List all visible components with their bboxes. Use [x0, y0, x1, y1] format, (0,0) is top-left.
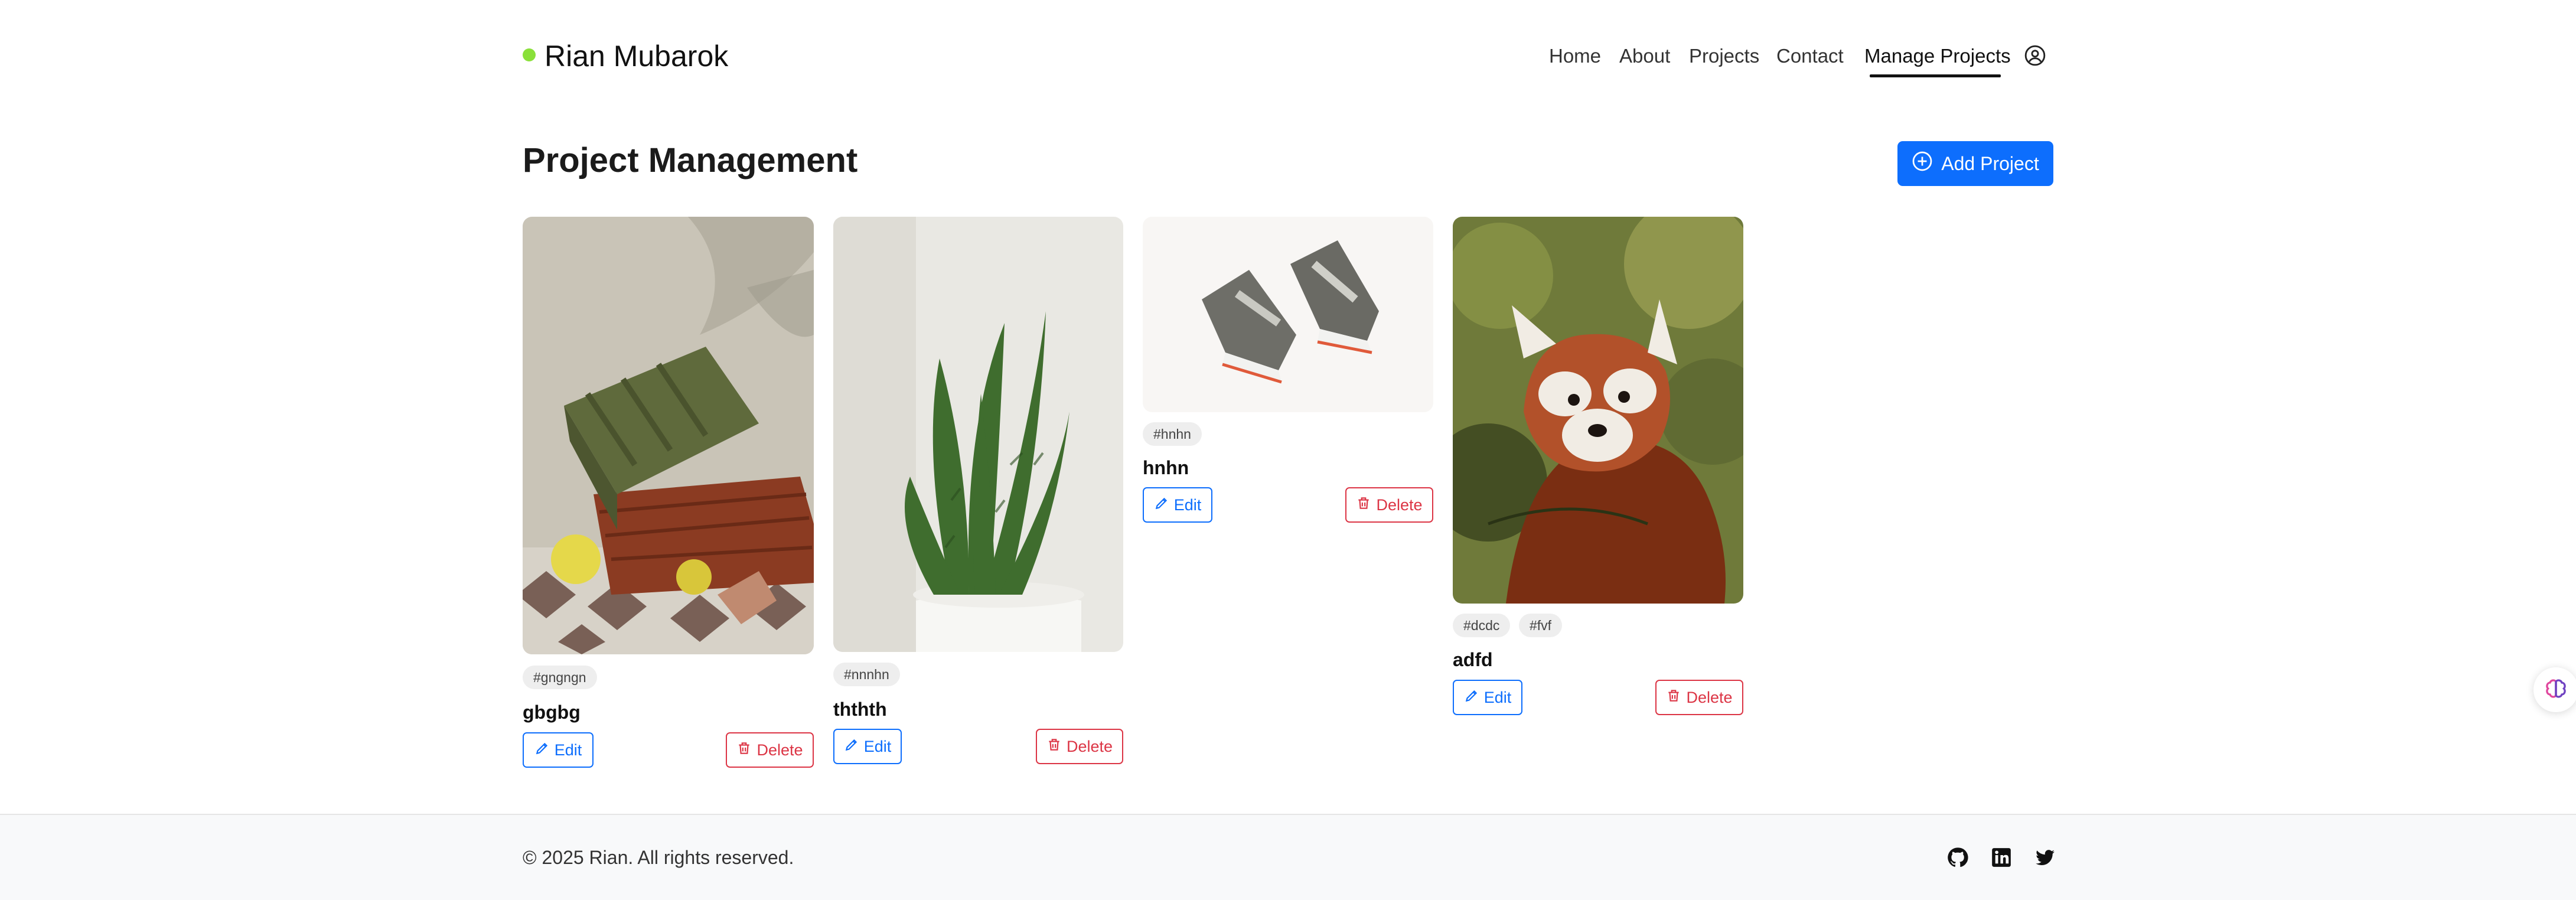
- delete-button[interactable]: Delete: [726, 732, 814, 768]
- project-title: gbgbg: [523, 702, 581, 723]
- edit-button[interactable]: Edit: [1143, 487, 1212, 523]
- nav-active-underline: [1870, 74, 2001, 77]
- add-project-button[interactable]: Add Project: [1897, 141, 2053, 186]
- user-circle-icon[interactable]: [2024, 44, 2046, 67]
- linkedin-icon[interactable]: [1990, 846, 2013, 869]
- nav-about[interactable]: About: [1619, 43, 1670, 70]
- project-image-snake-plant: [833, 217, 1123, 652]
- brain-icon: [2544, 677, 2568, 703]
- page-title: Project Management: [523, 141, 858, 180]
- nav-home[interactable]: Home: [1549, 43, 1601, 70]
- plus-circle-icon: [1912, 151, 1933, 177]
- delete-label: Delete: [1376, 495, 1423, 514]
- delete-label: Delete: [1066, 737, 1113, 755]
- project-tag: #fvf: [1519, 614, 1563, 637]
- footer: [0, 814, 2576, 900]
- edit-label: Edit: [863, 737, 892, 755]
- floating-assistant-button[interactable]: [2533, 667, 2576, 712]
- delete-button[interactable]: Delete: [1345, 487, 1433, 523]
- edit-label: Edit: [1173, 495, 1202, 514]
- project-tag: #nnnhn: [833, 663, 900, 686]
- edit-button[interactable]: Edit: [1453, 680, 1522, 715]
- project-image-red-panda: [1453, 217, 1743, 604]
- nav-manage-projects[interactable]: Manage Projects: [1864, 43, 2011, 70]
- delete-button[interactable]: Delete: [1655, 680, 1743, 715]
- nav-projects[interactable]: Projects: [1689, 43, 1759, 70]
- pencil-icon: [844, 737, 859, 756]
- edit-button[interactable]: Edit: [833, 729, 902, 764]
- pencil-icon: [534, 741, 550, 760]
- trash-icon: [736, 741, 752, 760]
- project-tag: #dcdc: [1453, 614, 1511, 637]
- project-tag: #hnhn: [1143, 422, 1202, 446]
- footer-copyright: © 2025 Rian. All rights reserved.: [523, 847, 794, 868]
- github-icon[interactable]: [1946, 846, 1969, 869]
- delete-label: Delete: [757, 741, 803, 759]
- trash-icon: [1046, 737, 1062, 756]
- project-tag: #gngngn: [523, 666, 597, 689]
- add-project-label: Add Project: [1941, 152, 2039, 174]
- twitter-icon[interactable]: [2034, 846, 2056, 869]
- edit-label: Edit: [1483, 688, 1512, 706]
- pencil-icon: [1154, 495, 1169, 515]
- project-title: adfd: [1453, 649, 1493, 670]
- project-image-sneakers: [1143, 217, 1433, 412]
- delete-button[interactable]: Delete: [1036, 729, 1123, 764]
- trash-icon: [1356, 495, 1371, 515]
- edit-button[interactable]: Edit: [523, 732, 594, 768]
- pencil-icon: [1464, 688, 1479, 707]
- trash-icon: [1666, 688, 1681, 707]
- brand-dot: [523, 48, 536, 61]
- edit-label: Edit: [554, 741, 582, 759]
- project-image-green-bag: [523, 217, 814, 654]
- nav-contact[interactable]: Contact: [1776, 43, 1844, 70]
- delete-label: Delete: [1686, 688, 1733, 706]
- project-title: ththth: [833, 699, 887, 720]
- brand-name[interactable]: Rian Mubarok: [544, 35, 728, 77]
- project-title: hnhn: [1143, 457, 1189, 478]
